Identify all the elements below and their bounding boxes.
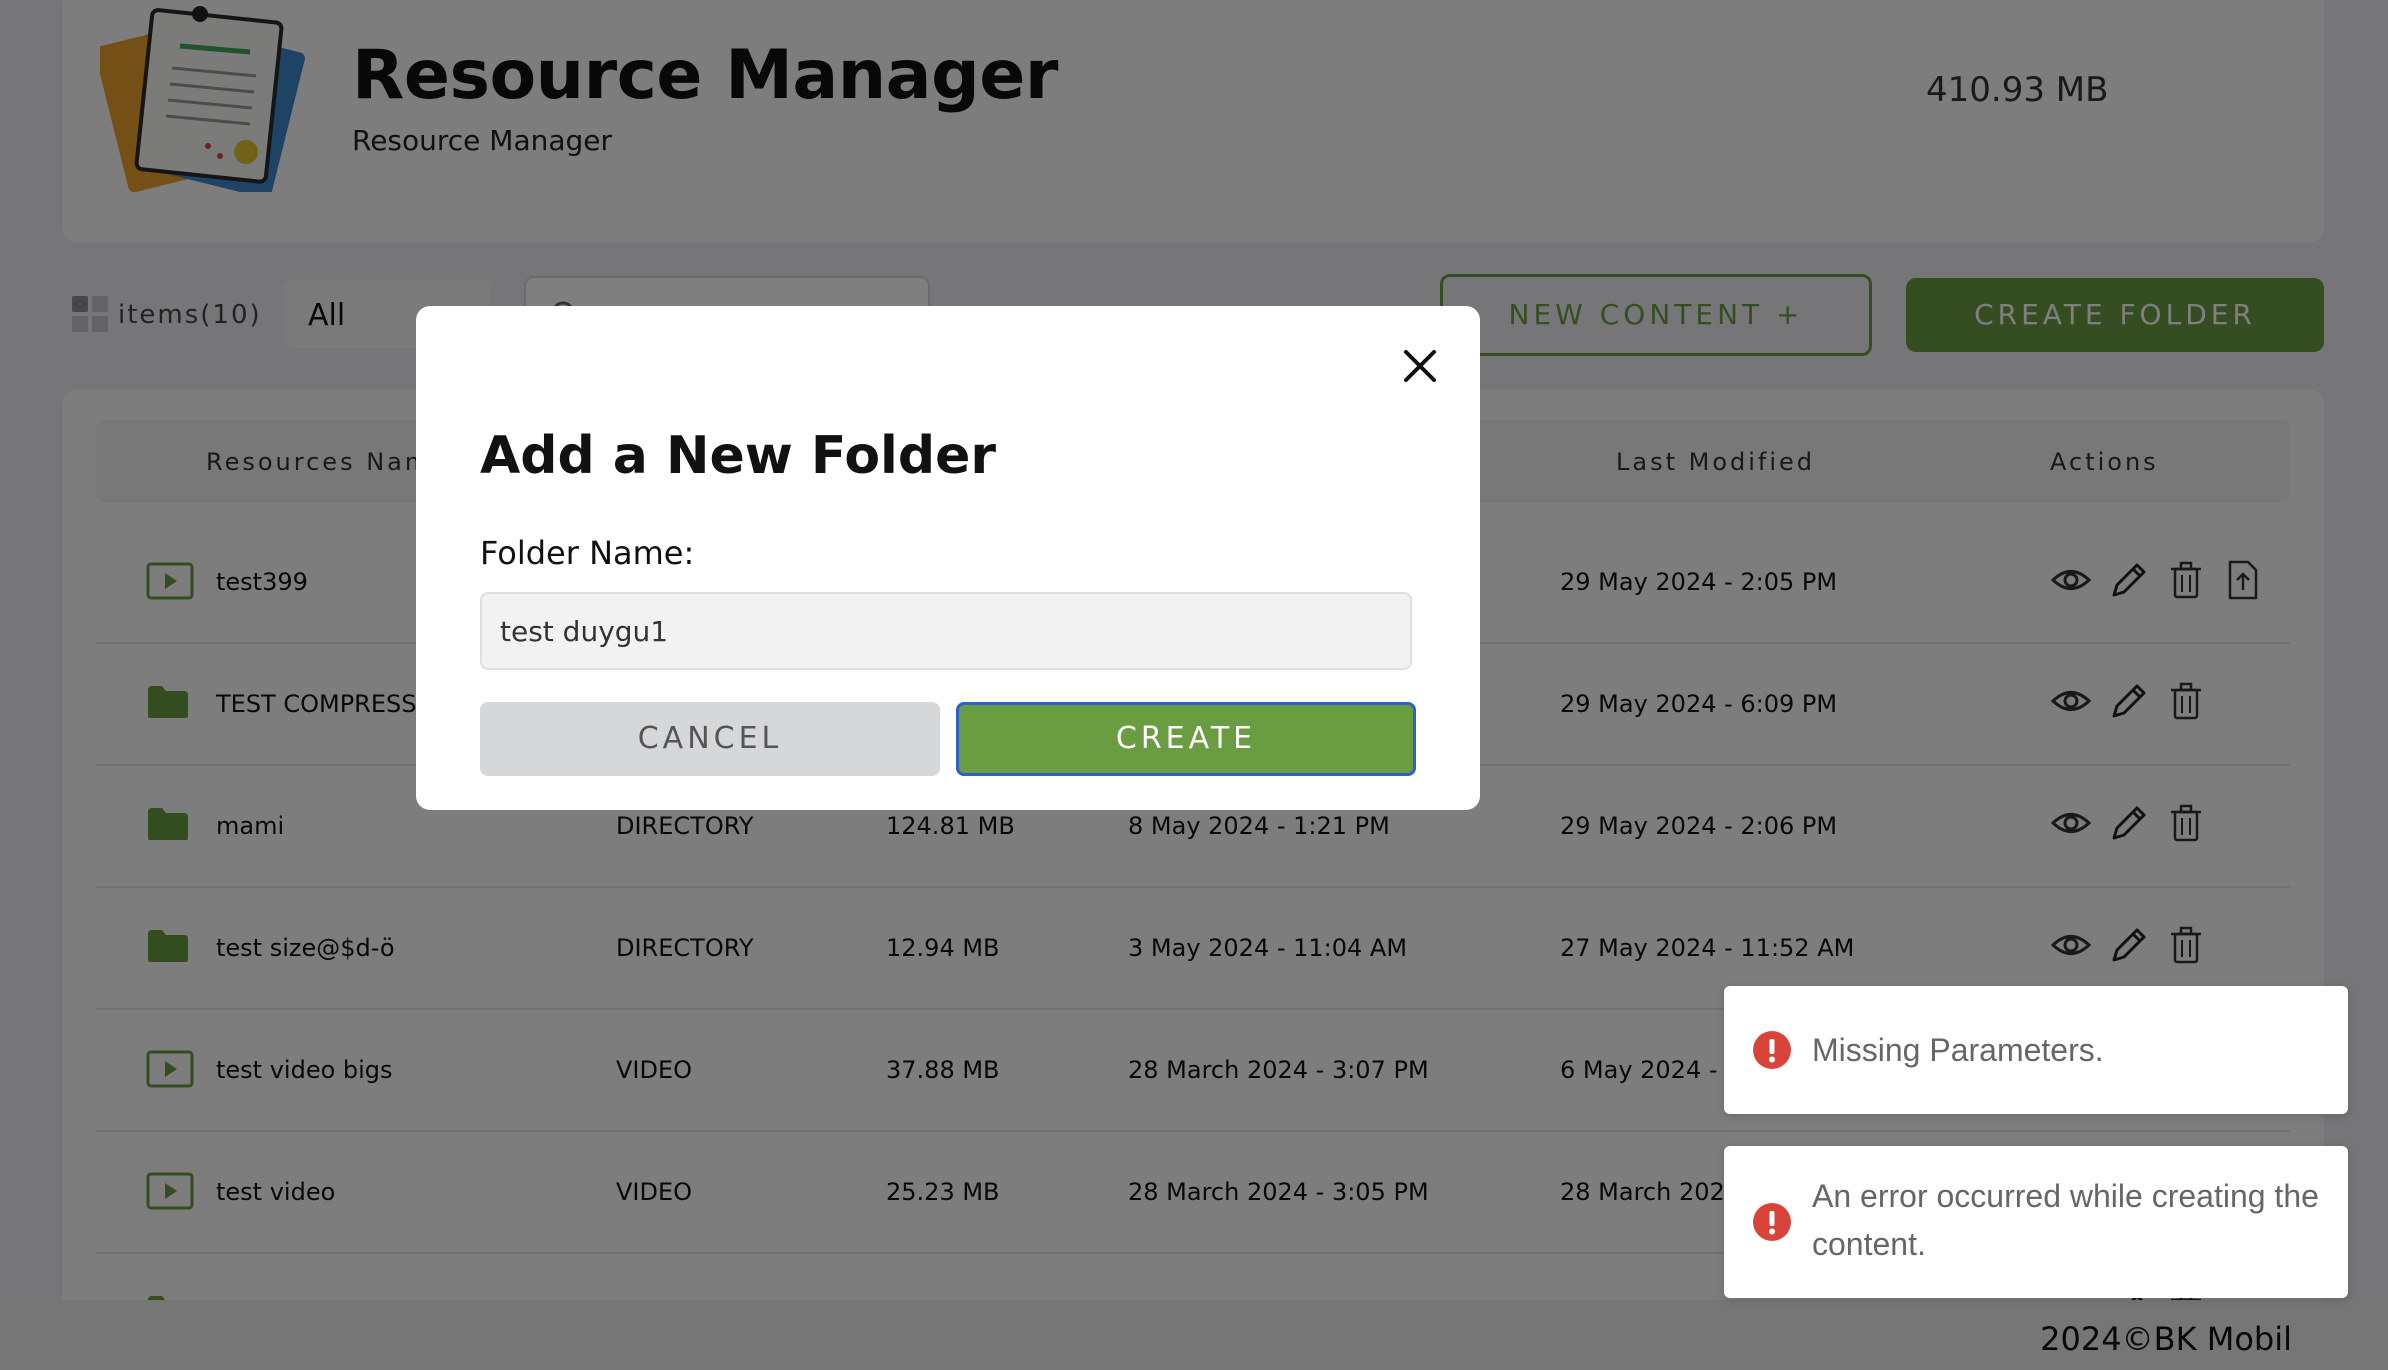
error-toast[interactable]: An error occurred while creating the con… [1724, 1146, 2348, 1298]
add-folder-dialog: Add a New Folder Folder Name: CANCEL CRE… [416, 306, 1480, 810]
folder-name-field[interactable] [480, 592, 1412, 670]
folder-name-label: Folder Name: [480, 534, 695, 572]
error-toast[interactable]: Missing Parameters. [1724, 986, 2348, 1114]
dialog-title: Add a New Folder [480, 426, 997, 486]
create-button[interactable]: CREATE [956, 702, 1416, 776]
toast-message: Missing Parameters. [1812, 1032, 2104, 1068]
toast-message: An error occurred while creating the con… [1812, 1178, 2319, 1262]
close-icon[interactable] [1400, 346, 1440, 386]
error-alert-icon [1753, 1203, 1791, 1241]
error-alert-icon [1753, 1031, 1791, 1069]
cancel-button[interactable]: CANCEL [480, 702, 940, 776]
